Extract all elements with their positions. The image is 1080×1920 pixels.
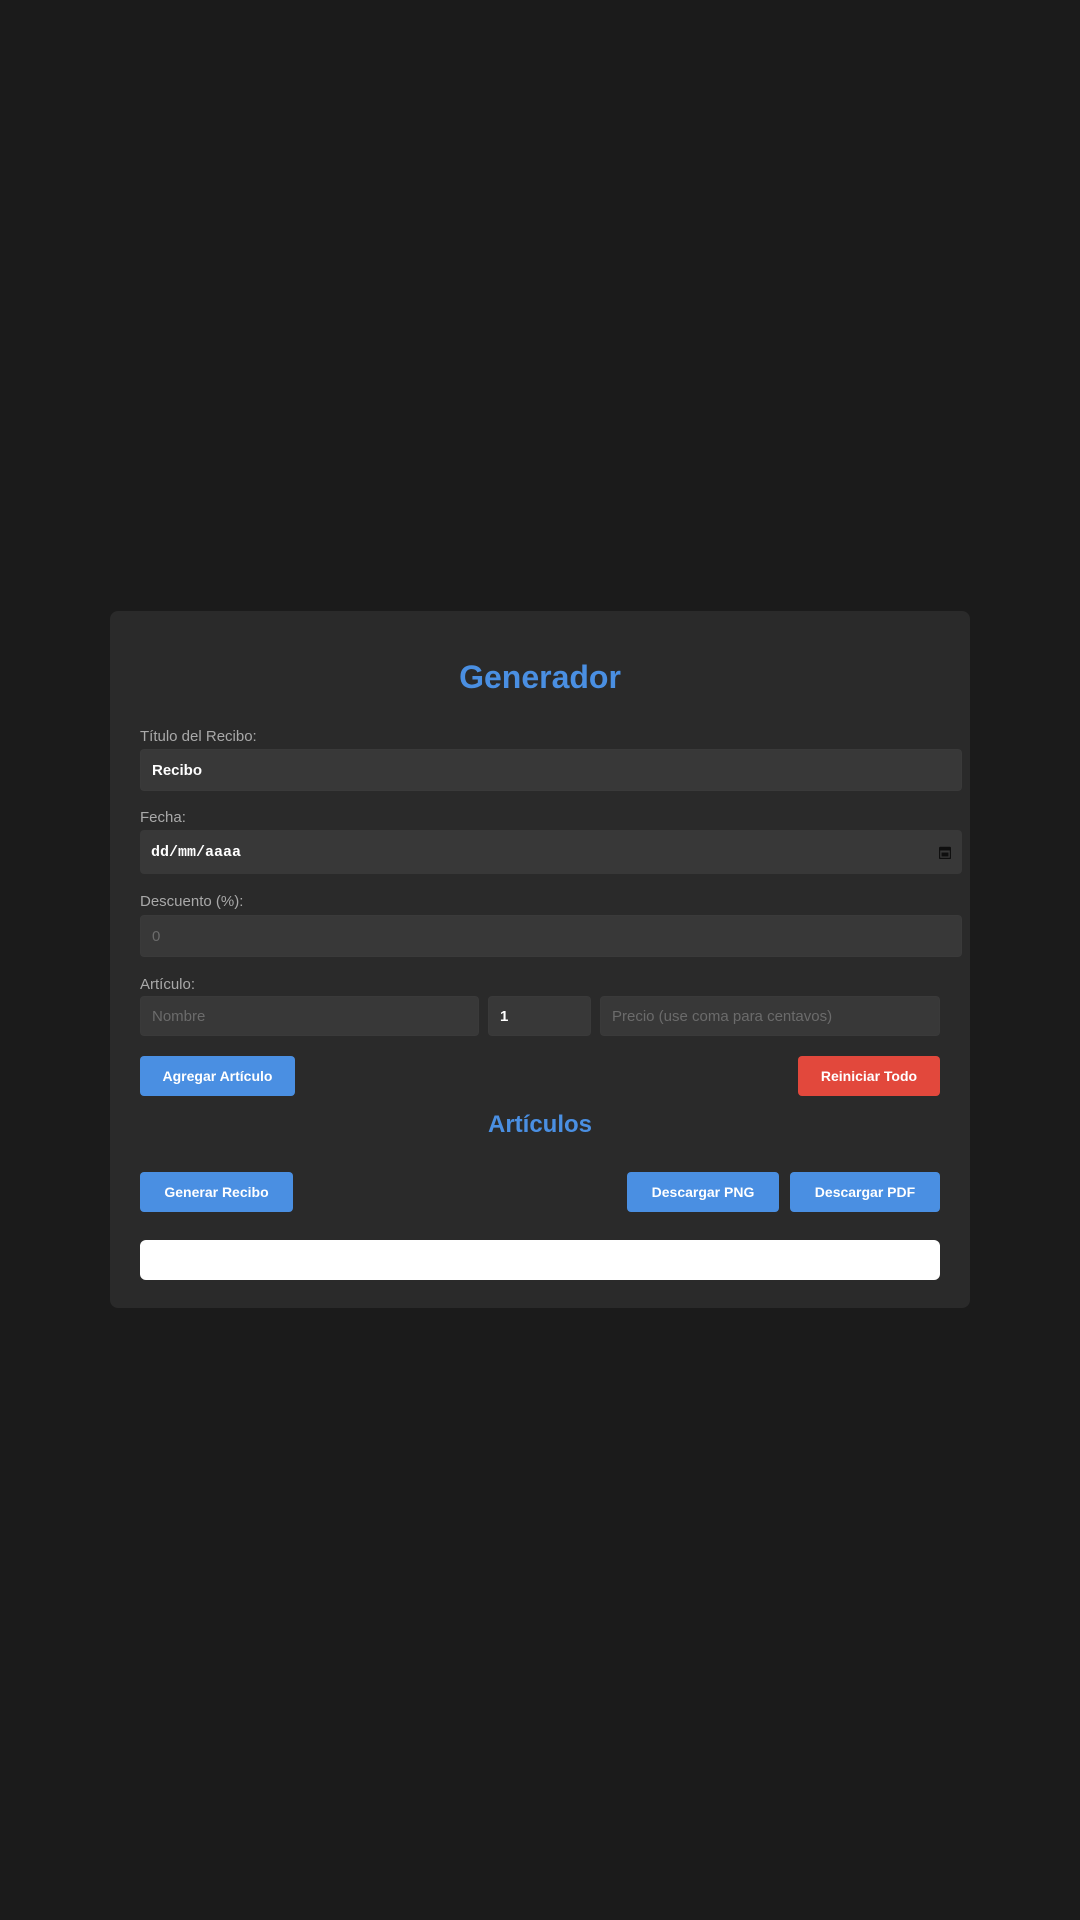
item-price-input[interactable]: [600, 996, 940, 1036]
download-png-button[interactable]: Descargar PNG: [627, 1172, 779, 1212]
receipt-output-area: [140, 1240, 940, 1280]
date-value: dd/mm/aaaa: [151, 843, 242, 861]
item-label: Artículo:: [140, 976, 196, 993]
reset-all-button[interactable]: Reiniciar Todo: [798, 1056, 940, 1096]
download-pdf-button[interactable]: Descargar PDF: [790, 1172, 940, 1212]
generate-receipt-button[interactable]: Generar Recibo: [140, 1172, 293, 1212]
page-title: Generador: [459, 659, 621, 695]
date-label: Fecha:: [140, 809, 186, 826]
receipt-generator-card: Generador Título del Recibo: Fecha: dd/m…: [110, 611, 970, 1308]
item-quantity-input[interactable]: [488, 996, 591, 1036]
discount-label: Descuento (%):: [140, 893, 244, 910]
receipt-title-label: Título del Recibo:: [140, 728, 257, 745]
receipt-title-input[interactable]: [140, 749, 962, 791]
discount-input[interactable]: [140, 915, 962, 957]
date-input[interactable]: dd/mm/aaaa: [140, 830, 962, 874]
items-heading: Artículos: [487, 1111, 592, 1138]
calendar-icon[interactable]: [939, 846, 951, 859]
add-item-button[interactable]: Agregar Artículo: [140, 1056, 295, 1096]
item-name-input[interactable]: [140, 996, 479, 1036]
